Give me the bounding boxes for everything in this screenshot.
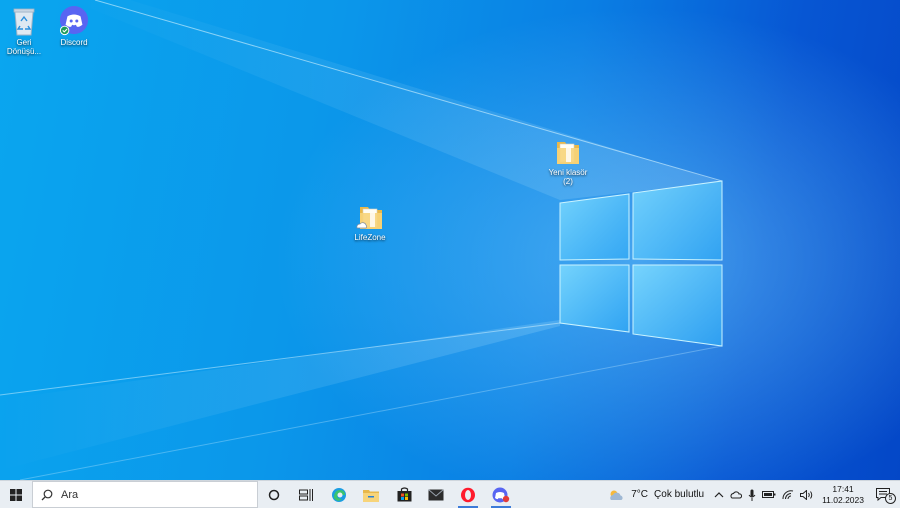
new-folder-label-1: Yeni klasör — [548, 168, 588, 177]
speaker-icon — [800, 489, 813, 500]
desktop-icon-discord[interactable]: Discord — [44, 6, 104, 47]
clock[interactable]: 17:41 11.02.2023 — [816, 481, 870, 508]
task-view-icon — [299, 488, 313, 501]
discord-icon — [492, 487, 510, 502]
taskbar-app-store[interactable] — [388, 481, 420, 508]
windows-logo-icon — [10, 488, 22, 501]
desktop-icon-new-folder-2[interactable]: Yeni klasör (2) — [538, 138, 598, 186]
discord-icon — [59, 6, 89, 36]
tray-network-cloud[interactable] — [727, 481, 745, 508]
task-view-button[interactable] — [290, 481, 322, 508]
cortana-button[interactable] — [258, 481, 290, 508]
discord-label: Discord — [60, 38, 88, 47]
search-icon — [41, 489, 53, 500]
search-placeholder: Ara — [61, 488, 79, 501]
cloudy-weather-icon — [610, 490, 623, 500]
weather-widget[interactable]: 7°C Çok bulutlu — [605, 481, 707, 508]
system-tray: 7°C Çok bulutlu 17:41 11.02.2023 5 — [605, 481, 900, 508]
desktop-background[interactable]: Geri Dönüşü... Discord Yeni klasör (2) L… — [0, 0, 900, 480]
tray-microphone[interactable] — [745, 481, 759, 508]
desktop-icon-lifezone[interactable]: LifeZone — [340, 203, 400, 242]
store-icon — [397, 487, 411, 502]
chevron-up-icon — [714, 491, 724, 497]
weather-temperature: 7°C — [631, 489, 649, 500]
file-explorer-icon — [363, 489, 379, 502]
recycle-bin-label-2: Dönüşü... — [6, 47, 42, 56]
recycle-bin-icon — [13, 8, 35, 36]
tray-battery[interactable] — [759, 481, 779, 508]
show-hidden-icons-button[interactable] — [711, 481, 727, 508]
tray-wifi[interactable] — [779, 481, 797, 508]
taskbar-app-mail[interactable] — [420, 481, 452, 508]
weather-description: Çok bulutlu — [654, 489, 705, 500]
tray-volume[interactable] — [797, 481, 816, 508]
new-folder-label-2: (2) — [563, 177, 573, 186]
taskbar-app-edge[interactable] — [323, 481, 355, 508]
battery-plugged-icon — [762, 491, 776, 498]
edge-icon — [332, 487, 346, 502]
wallpaper-art — [0, 0, 723, 480]
mail-icon — [428, 488, 444, 500]
taskbar-app-discord[interactable] — [485, 481, 517, 508]
wifi-icon — [782, 489, 794, 499]
taskbar-search-box[interactable]: Ara — [32, 481, 258, 508]
clock-time: 17:41 — [832, 483, 854, 494]
cortana-icon — [268, 489, 280, 500]
start-button[interactable] — [0, 481, 32, 508]
notification-count-badge: 5 — [885, 493, 896, 504]
taskbar-app-opera[interactable] — [452, 481, 484, 508]
clock-date: 11.02.2023 — [822, 494, 864, 505]
taskbar: Ara 7°C Çok bulutlu 17:41 11.02.2023 5 — [0, 480, 900, 508]
lifezone-label: LifeZone — [354, 233, 386, 242]
opera-icon — [461, 487, 475, 502]
taskbar-app-file-explorer[interactable] — [355, 481, 387, 508]
cloud-sync-icon — [730, 490, 743, 498]
folder-icon — [557, 142, 579, 164]
microphone-icon — [748, 489, 756, 501]
action-center-button[interactable]: 5 — [870, 481, 900, 508]
folder-icon — [356, 207, 382, 229]
